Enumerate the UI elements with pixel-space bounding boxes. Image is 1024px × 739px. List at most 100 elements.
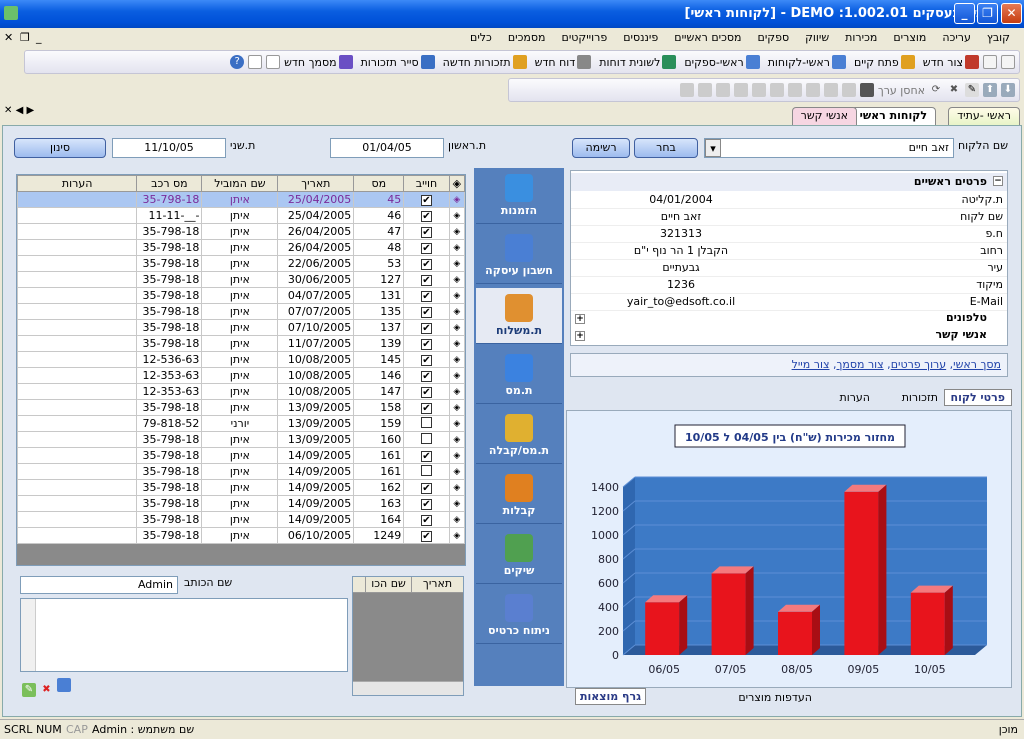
table-row[interactable]: 35-798-18 איתן 06/10/2005 1249 ✔ ◈: [17, 527, 465, 544]
row-selector-icon[interactable]: ◈: [448, 527, 465, 544]
row-selector-icon[interactable]: ◈: [448, 223, 465, 240]
delete-note-icon[interactable]: ✖: [40, 683, 54, 697]
charged-checkbox[interactable]: ✔: [403, 255, 450, 272]
tool-icon[interactable]: [733, 83, 748, 97]
menu-item[interactable]: עריכה: [934, 31, 979, 44]
bar[interactable]: [711, 566, 754, 655]
table-row[interactable]: 35-798-18 איתן 11/07/2005 139 ✔ ◈: [17, 335, 465, 352]
menu-item[interactable]: ספקים: [750, 31, 798, 44]
tab-reminders[interactable]: תזכורות: [902, 391, 938, 404]
refresh-icon[interactable]: ⟳: [929, 83, 943, 97]
bar[interactable]: [910, 585, 953, 655]
link-create-mail[interactable]: צור מייל: [792, 358, 830, 371]
detail-value[interactable]: גבעתיים: [571, 259, 791, 277]
link-create-document[interactable]: צור מסמך: [836, 358, 883, 371]
charged-checkbox[interactable]: [403, 463, 450, 480]
column-header[interactable]: שם המוביל: [201, 175, 279, 192]
filter-button[interactable]: סינון: [14, 138, 106, 158]
charged-checkbox[interactable]: ✔: [403, 335, 450, 352]
menu-item[interactable]: פרוייקטים: [554, 31, 616, 44]
tab-prefs-products[interactable]: העדפות מוצרים: [738, 691, 812, 704]
charged-checkbox[interactable]: ✔: [403, 495, 450, 512]
column-header[interactable]: הערות: [17, 175, 138, 192]
close-button[interactable]: ✕: [1001, 3, 1022, 24]
table-row[interactable]: 35-798-18 איתן 30/06/2005 127 ✔ ◈: [17, 271, 465, 288]
nav-button[interactable]: ניתוח כרטיס: [476, 588, 562, 644]
edit-note-icon[interactable]: ✎: [22, 683, 36, 697]
toolbar-button[interactable]: ראשי-לקוחות: [768, 55, 846, 69]
select-button[interactable]: בחר: [634, 138, 698, 158]
edit-icon[interactable]: ✎: [965, 83, 979, 97]
table-row[interactable]: 35-798-18 איתן 14/09/2005 161 ◈: [17, 463, 465, 480]
table-row[interactable]: 12-353-63 איתן 10/08/2005 146 ✔ ◈: [17, 367, 465, 384]
charged-checkbox[interactable]: ✔: [403, 447, 450, 464]
nav-button[interactable]: ת.מס/קבלה: [476, 408, 562, 464]
mdi-restore-icon[interactable]: ❐: [20, 31, 30, 44]
restore-button[interactable]: ❐: [977, 3, 998, 24]
charged-checkbox[interactable]: ✔: [403, 223, 450, 240]
tab-chart-outputs[interactable]: גרף מוצאות: [574, 688, 646, 705]
charged-checkbox[interactable]: ✔: [403, 399, 450, 416]
row-selector-icon[interactable]: ◈: [448, 495, 465, 512]
scrollbar[interactable]: [21, 599, 36, 671]
table-row[interactable]: 35-798-18 איתן 26/04/2005 47 ✔ ◈: [17, 223, 465, 240]
row-selector-icon[interactable]: ◈: [448, 335, 465, 352]
row-selector-icon[interactable]: ◈: [448, 447, 465, 464]
customer-name-combo[interactable]: זאב חיים ▾: [704, 138, 954, 158]
col-date[interactable]: תאריך: [411, 577, 463, 592]
list-button[interactable]: רשימה: [572, 138, 630, 158]
nav-button[interactable]: חשבון עיסקה: [476, 228, 562, 284]
table-row[interactable]: 35-798-18 איתן 07/07/2005 135 ✔ ◈: [17, 303, 465, 320]
bar[interactable]: [778, 604, 820, 655]
help-icon[interactable]: ?: [230, 55, 245, 69]
detail-value[interactable]: yair_to@edsoft.co.il: [571, 293, 791, 311]
save-value-button[interactable]: אחסן ערך: [878, 84, 925, 97]
up-arrow-icon[interactable]: ⬆: [983, 83, 997, 97]
nav-button[interactable]: שיקים: [476, 528, 562, 584]
column-header[interactable]: מס: [353, 175, 405, 192]
table-row[interactable]: 11-11-__- איתן 25/04/2005 46 ✔ ◈: [17, 207, 465, 224]
table-row[interactable]: 35-798-18 איתן 25/04/2005 45 ✔ ◈: [17, 191, 465, 208]
section-main-details[interactable]: − פרטים ראשיים: [571, 173, 1007, 191]
writer-field[interactable]: Admin: [20, 576, 178, 594]
tool-icon[interactable]: [787, 83, 802, 97]
charged-checkbox[interactable]: ✔: [403, 303, 450, 320]
table-row[interactable]: 35-798-18 איתן 26/04/2005 48 ✔ ◈: [17, 239, 465, 256]
row-selector-icon[interactable]: ◈: [448, 367, 465, 384]
nav-button[interactable]: ת.משלוח: [476, 288, 562, 344]
table-row[interactable]: 35-798-18 איתן 04/07/2005 131 ✔ ◈: [17, 287, 465, 304]
menu-item[interactable]: מוצרים: [885, 31, 934, 44]
nav-button[interactable]: הזמנות: [476, 168, 562, 224]
link-edit-details[interactable]: ערוך פרטים: [891, 358, 946, 371]
tab-main-atid[interactable]: ראשי -עתיד: [948, 107, 1020, 125]
section-contacts[interactable]: + אנשי קשר: [571, 328, 1007, 344]
bar[interactable]: [844, 484, 887, 655]
row-selector-icon[interactable]: ◈: [448, 191, 465, 208]
horizontal-scrollbar[interactable]: [353, 681, 463, 695]
table-row[interactable]: 35-798-18 איתן 13/09/2005 158 ✔ ◈: [17, 399, 465, 416]
menu-item[interactable]: כלים: [462, 31, 500, 44]
tool-icon[interactable]: [841, 83, 856, 97]
tool-icon[interactable]: [769, 83, 784, 97]
delete-icon[interactable]: ✖: [947, 83, 961, 97]
charged-checkbox[interactable]: ✔: [403, 319, 450, 336]
table-row[interactable]: 35-798-18 איתן 14/09/2005 163 ✔ ◈: [17, 495, 465, 512]
column-header[interactable]: חוייב: [403, 175, 450, 192]
charged-checkbox[interactable]: ✔: [403, 479, 450, 496]
down-arrow-icon[interactable]: ⬇: [1001, 83, 1015, 97]
tool-icon[interactable]: [751, 83, 766, 97]
tab-customer-details[interactable]: פרטי לקוח: [943, 389, 1012, 406]
row-selector-icon[interactable]: ◈: [448, 383, 465, 400]
row-selector-icon[interactable]: ◈: [448, 351, 465, 368]
row-selector-icon[interactable]: ◈: [448, 303, 465, 320]
tab-contacts[interactable]: אנשי קשר: [791, 107, 857, 125]
menu-item[interactable]: מכירות: [837, 31, 885, 44]
charged-checkbox[interactable]: ✔: [403, 239, 450, 256]
row-selector-icon[interactable]: ◈: [448, 287, 465, 304]
tool-icon[interactable]: [823, 83, 838, 97]
charged-checkbox[interactable]: [403, 431, 450, 448]
copy-doc-icon[interactable]: [248, 55, 263, 69]
table-row[interactable]: 35-798-18 איתן 14/09/2005 162 ✔ ◈: [17, 479, 465, 496]
collapse-icon[interactable]: −: [993, 176, 1003, 186]
link-main-screen[interactable]: מסך ראשי: [953, 358, 1001, 371]
